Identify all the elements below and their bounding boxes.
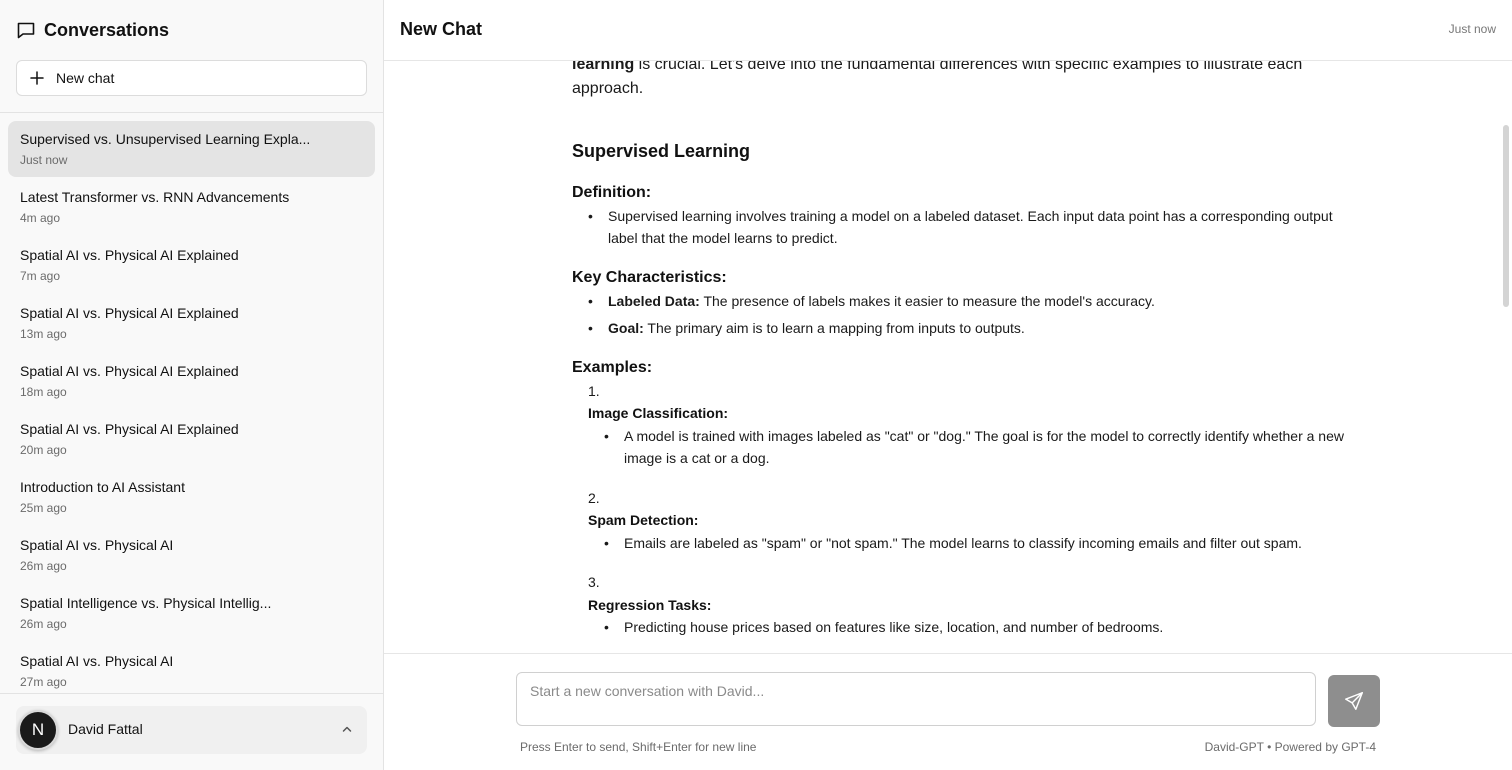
characteristic-text: The primary aim is to learn a mapping fr… [643,320,1025,336]
definition-heading: Definition: [572,184,652,201]
conversation-title: Latest Transformer vs. RNN Advancements [20,189,290,205]
chevron-up-icon [341,723,353,735]
example-bullet: Predicting house prices based on feature… [604,616,1362,638]
conversation-item[interactable]: Spatial AI vs. Physical AI 27m ago [8,643,375,693]
conversation-list: Supervised vs. Unsupervised Learning Exp… [0,113,383,693]
chat-timestamp: Just now [1448,22,1496,36]
main-panel: New Chat Just now learning is crucial. L… [384,0,1512,770]
conversation-title: Spatial AI vs. Physical AI [20,537,174,553]
example-number: 1. [588,383,600,399]
new-chat-button[interactable]: New chat [16,60,367,96]
characteristic-label: Labeled Data: [608,293,700,309]
example-bullet: Emails are labeled as "spam" or "not spa… [604,532,1362,554]
conversation-item[interactable]: Spatial AI vs. Physical AI Explained 13m… [8,295,375,351]
user-menu-button[interactable]: N David Fattal [16,706,367,754]
new-chat-label: New chat [56,70,115,86]
powered-by-label: David-GPT • Powered by GPT-4 [1204,740,1376,754]
top-bar: New Chat Just now [384,0,1512,61]
conversation-time: 7m ago [20,269,61,283]
input-hint: Press Enter to send, Shift+Enter for new… [520,740,757,754]
composer: Press Enter to send, Shift+Enter for new… [384,653,1512,770]
characteristics-heading: Key Characteristics: [572,269,727,286]
conversation-time: 18m ago [20,385,67,399]
conversation-time: 26m ago [20,617,67,631]
conversation-title: Spatial Intelligence vs. Physical Intell… [20,595,272,611]
characteristic-item: Goal: The primary aim is to learn a mapp… [588,317,1362,339]
characteristic-text: The presence of labels makes it easier t… [699,293,1155,309]
conversation-item[interactable]: Latest Transformer vs. RNN Advancements … [8,179,375,235]
message-input[interactable] [516,672,1316,726]
conversation-title: Supervised vs. Unsupervised Learning Exp… [20,131,311,147]
definition-bullet: Supervised learning involves training a … [588,205,1362,249]
conversation-item[interactable]: Spatial AI vs. Physical AI Explained 20m… [8,411,375,467]
conversation-time: 26m ago [20,559,67,573]
conversation-title: Spatial AI vs. Physical AI Explained [20,247,239,263]
example-title: Image Classification: [588,405,729,421]
scrollbar-thumb[interactable] [1503,125,1509,307]
example-text: A model is trained with images labeled a… [624,428,1344,466]
page-title: New Chat [400,19,483,39]
sidebar-title-row: Conversations [16,18,169,42]
characteristic-item: Labeled Data: The presence of labels mak… [588,290,1362,312]
characteristic-label: Goal: [608,320,644,336]
example-title: Spam Detection: [588,512,699,528]
send-button[interactable] [1328,675,1380,727]
sidebar-footer: N David Fattal [0,693,383,770]
message-area[interactable]: learning is crucial. Let's delve into th… [384,61,1512,653]
examples-heading: Examples: [572,359,653,376]
conversation-title: Spatial AI vs. Physical AI Explained [20,421,239,437]
conversation-item[interactable]: Spatial AI vs. Physical AI 26m ago [8,527,375,583]
example-number: 2. [588,490,600,506]
conversation-item[interactable]: Supervised vs. Unsupervised Learning Exp… [8,121,375,177]
sidebar: Conversations New chat Supervised vs. Un… [0,0,384,770]
conversation-time: 20m ago [20,443,67,457]
avatar: N [18,710,58,750]
conversation-item[interactable]: Spatial AI vs. Physical AI Explained 18m… [8,353,375,409]
intro-text: is crucial. Let's delve into the fundame… [572,61,1303,97]
send-icon [1343,690,1365,712]
conversation-title: Spatial AI vs. Physical AI Explained [20,363,239,379]
conversation-time: Just now [20,153,68,167]
scrollbar[interactable] [1500,61,1512,653]
conversation-title: Spatial AI vs. Physical AI Explained [20,305,239,321]
example-text: Emails are labeled as "spam" or "not spa… [624,535,1302,551]
plus-icon [30,71,44,85]
conversation-title: Introduction to AI Assistant [20,479,185,495]
sidebar-header: Conversations New chat [0,0,383,113]
message-intro: learning is crucial. Let's delve into th… [572,61,1362,101]
example-text: Predicting house prices based on feature… [624,619,1164,635]
example-title: Regression Tasks: [588,597,712,613]
definition-text: Supervised learning involves training a … [608,208,1333,246]
example-bullet: A model is trained with images labeled a… [604,425,1362,469]
section-title: Supervised Learning [572,141,751,161]
intro-bold: learning [572,61,635,73]
conversation-time: 27m ago [20,675,67,689]
conversation-item[interactable]: Spatial AI vs. Physical AI Explained 7m … [8,237,375,293]
conversation-item[interactable]: Introduction to AI Assistant 25m ago [8,469,375,525]
conversation-time: 4m ago [20,211,61,225]
conversation-time: 25m ago [20,501,67,515]
example-number: 3. [588,574,600,590]
conversation-time: 13m ago [20,327,67,341]
conversation-item[interactable]: Spatial Intelligence vs. Physical Intell… [8,585,375,641]
user-name: David Fattal [68,721,143,737]
sidebar-title: Conversations [44,19,170,40]
conversation-title: Spatial AI vs. Physical AI [20,653,174,669]
chat-bubble-icon [16,20,36,40]
